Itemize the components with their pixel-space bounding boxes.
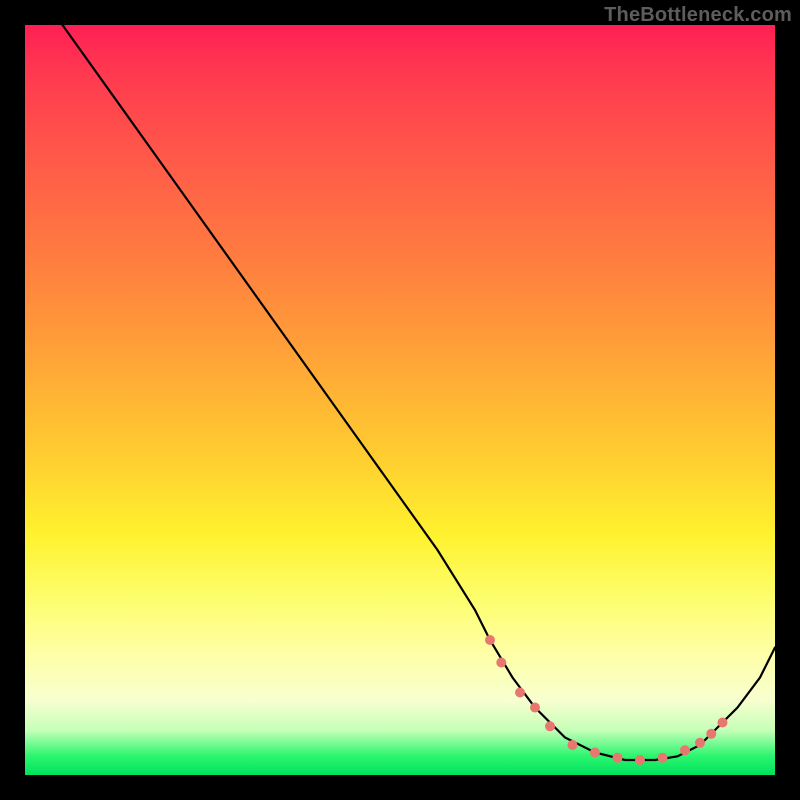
marker-dot (706, 729, 716, 739)
marker-dot (658, 753, 668, 763)
marker-dot (496, 658, 506, 668)
marker-dot (568, 740, 578, 750)
marker-dot (530, 703, 540, 713)
bottleneck-range-dots (485, 635, 728, 765)
marker-dot (613, 753, 623, 763)
marker-dot (695, 738, 705, 748)
marker-dot (635, 755, 645, 765)
marker-dot (590, 748, 600, 758)
marker-dot (680, 745, 690, 755)
marker-dot (485, 635, 495, 645)
watermark-label: TheBottleneck.com (604, 4, 792, 27)
marker-dot (545, 721, 555, 731)
plot-area (25, 25, 775, 775)
chart-frame: TheBottleneck.com (0, 0, 800, 800)
marker-dot (515, 688, 525, 698)
bottleneck-curve (63, 25, 776, 760)
curve-layer (25, 25, 775, 775)
marker-dot (718, 718, 728, 728)
